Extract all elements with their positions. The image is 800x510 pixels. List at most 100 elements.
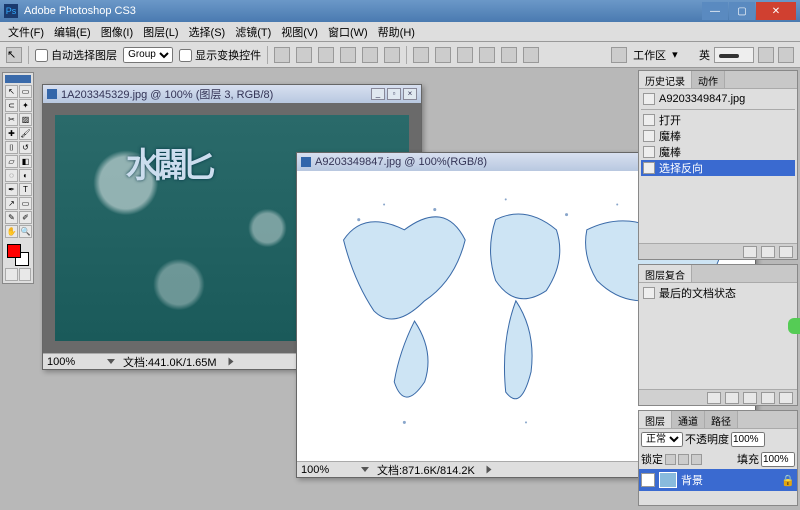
- fill-input[interactable]: [761, 452, 795, 467]
- brush-tool[interactable]: 🖌: [19, 127, 32, 140]
- distribute-icon[interactable]: [523, 47, 539, 63]
- trash-icon[interactable]: [779, 392, 793, 404]
- stamp-tool[interactable]: ⌷: [5, 141, 18, 154]
- align-icon[interactable]: [296, 47, 312, 63]
- workspace-label[interactable]: 工作区: [633, 47, 666, 63]
- align-icon[interactable]: [274, 47, 290, 63]
- doc1-titlebar[interactable]: 1A203345329.jpg @ 100% (图层 3, RGB/8) _ ▫…: [43, 85, 421, 103]
- next-icon[interactable]: [725, 392, 739, 404]
- blend-mode-select[interactable]: 正常: [641, 432, 683, 447]
- visibility-icon[interactable]: [641, 473, 655, 487]
- workspace-icon[interactable]: [611, 47, 627, 63]
- side-tab[interactable]: [788, 318, 800, 334]
- doc-close[interactable]: ×: [403, 88, 417, 100]
- wand-tool[interactable]: ✦: [19, 99, 32, 112]
- doc-minimize[interactable]: _: [371, 88, 385, 100]
- new-icon[interactable]: [761, 392, 775, 404]
- chevron-down-icon[interactable]: [361, 467, 369, 472]
- show-transform-checkbox[interactable]: 显示变换控件: [179, 47, 261, 63]
- align-icon[interactable]: [340, 47, 356, 63]
- layer-thumb[interactable]: [659, 472, 677, 488]
- lock-all-icon[interactable]: [691, 454, 702, 465]
- chevron-right-icon[interactable]: [228, 358, 233, 366]
- crop-tool[interactable]: ✂: [5, 113, 18, 126]
- lock-position-icon[interactable]: [678, 454, 689, 465]
- distribute-icon[interactable]: [413, 47, 429, 63]
- tab-layercomps[interactable]: 图层复合: [639, 265, 692, 282]
- new-snapshot-icon[interactable]: [743, 246, 757, 258]
- marquee-tool[interactable]: ▭: [19, 85, 32, 98]
- history-item[interactable]: 魔棒: [641, 128, 795, 144]
- blur-tool[interactable]: ◌: [5, 169, 18, 182]
- gradient-tool[interactable]: ◧: [19, 155, 32, 168]
- hand-tool[interactable]: ✋: [5, 225, 18, 238]
- doc2-zoom[interactable]: 100%: [301, 464, 351, 476]
- align-icon[interactable]: [362, 47, 378, 63]
- lock-pixels-icon[interactable]: [665, 454, 676, 465]
- trash-icon[interactable]: [779, 246, 793, 258]
- chevron-down-icon[interactable]: [107, 359, 115, 364]
- menu-view[interactable]: 视图(V): [277, 22, 322, 42]
- new-doc-icon[interactable]: [761, 246, 775, 258]
- menu-help[interactable]: 帮助(H): [374, 22, 419, 42]
- lasso-tool[interactable]: ⊂: [5, 99, 18, 112]
- zoom-tool[interactable]: 🔍: [19, 225, 32, 238]
- quickmask-mode[interactable]: [19, 268, 32, 281]
- foreground-color[interactable]: [7, 244, 21, 258]
- layer-row[interactable]: 背景 🔒: [639, 469, 797, 491]
- path-tool[interactable]: ↗: [5, 197, 18, 210]
- heal-tool[interactable]: ✚: [5, 127, 18, 140]
- tab-layers[interactable]: 图层: [639, 411, 672, 428]
- chevron-right-icon[interactable]: [486, 466, 491, 474]
- history-item[interactable]: 魔棒: [641, 144, 795, 160]
- menu-file[interactable]: 文件(F): [4, 22, 48, 42]
- align-icon[interactable]: [318, 47, 334, 63]
- distribute-icon[interactable]: [479, 47, 495, 63]
- opacity-input[interactable]: [731, 432, 765, 447]
- history-brush-tool[interactable]: ↺: [19, 141, 32, 154]
- type-tool[interactable]: T: [19, 183, 32, 196]
- distribute-icon[interactable]: [501, 47, 517, 63]
- close-button[interactable]: ✕: [756, 2, 796, 20]
- history-item[interactable]: 打开: [641, 112, 795, 128]
- maximize-button[interactable]: ▢: [729, 2, 755, 20]
- eraser-tool[interactable]: ▱: [5, 155, 18, 168]
- pen-tool[interactable]: ✒: [5, 183, 18, 196]
- history-source[interactable]: A9203349847.jpg: [641, 91, 795, 107]
- standard-mode[interactable]: [5, 268, 18, 281]
- history-item-selected[interactable]: 选择反向: [641, 160, 795, 176]
- move-tool-icon[interactable]: ↖: [6, 47, 22, 63]
- tab-channels[interactable]: 通道: [672, 411, 705, 428]
- toolbox-header[interactable]: [5, 75, 31, 83]
- notes-tool[interactable]: ✎: [5, 211, 18, 224]
- option-icon[interactable]: [758, 47, 774, 63]
- prev-icon[interactable]: [707, 392, 721, 404]
- menu-edit[interactable]: 编辑(E): [50, 22, 95, 42]
- tab-actions[interactable]: 动作: [692, 71, 725, 88]
- dodge-tool[interactable]: ◐: [19, 169, 32, 182]
- update-icon[interactable]: [743, 392, 757, 404]
- auto-select-checkbox[interactable]: 自动选择图层: [35, 47, 117, 63]
- menu-select[interactable]: 选择(S): [185, 22, 230, 42]
- layercomps-item[interactable]: 最后的文档状态: [641, 285, 795, 301]
- doc-maximize[interactable]: ▫: [387, 88, 401, 100]
- align-icon[interactable]: [384, 47, 400, 63]
- distribute-icon[interactable]: [457, 47, 473, 63]
- doc1-zoom[interactable]: 100%: [47, 356, 97, 368]
- distribute-icon[interactable]: [435, 47, 451, 63]
- group-select[interactable]: Group: [123, 47, 173, 63]
- shape-tool[interactable]: ▭: [19, 197, 32, 210]
- minimize-button[interactable]: —: [702, 2, 728, 20]
- menu-filter[interactable]: 滤镜(T): [231, 22, 275, 42]
- chevron-down-icon[interactable]: ▾: [672, 48, 678, 61]
- ime-label[interactable]: 英: [699, 47, 710, 63]
- menu-window[interactable]: 窗口(W): [324, 22, 372, 42]
- menu-layer[interactable]: 图层(L): [139, 22, 182, 42]
- tab-history[interactable]: 历史记录: [639, 71, 692, 88]
- move-tool[interactable]: ↖: [5, 85, 18, 98]
- slice-tool[interactable]: ▨: [19, 113, 32, 126]
- tab-paths[interactable]: 路径: [705, 411, 738, 428]
- eyedropper-tool[interactable]: ✐: [19, 211, 32, 224]
- menu-image[interactable]: 图像(I): [97, 22, 137, 42]
- option-icon[interactable]: [778, 47, 794, 63]
